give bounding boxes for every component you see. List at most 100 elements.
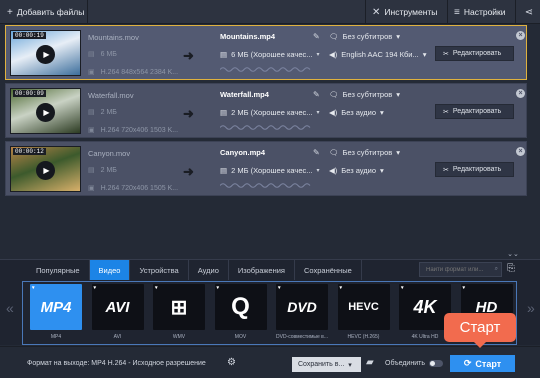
rename-pencil-icon[interactable]: ✎ bbox=[313, 148, 320, 157]
file-icon: ▤ bbox=[220, 166, 228, 175]
output-size-dropdown[interactable]: ▤ 6 МБ (Хорошее качес... ▾ bbox=[220, 50, 320, 59]
format-hevc[interactable]: ▾ HEVC HEVC (H.265) bbox=[335, 284, 393, 344]
format-search[interactable]: ⌕ bbox=[419, 262, 502, 277]
toolbar: + Добавить файлы ✕ Инструменты ≡ Настрой… bbox=[0, 0, 540, 24]
remove-file-icon[interactable]: × bbox=[516, 89, 525, 98]
format-options-icon[interactable]: ▾ bbox=[401, 285, 404, 291]
format-label: MOV bbox=[234, 334, 247, 340]
edit-button[interactable]: ✂ Редактировать bbox=[435, 46, 514, 61]
format-logo: MP4 bbox=[40, 298, 72, 316]
format-options-icon[interactable]: ▾ bbox=[94, 285, 97, 291]
edit-button[interactable]: ✂ Редактировать bbox=[435, 162, 514, 177]
video-thumbnail[interactable]: 00:00:09 ▶ bbox=[10, 88, 81, 134]
format-options-icon[interactable]: ▾ bbox=[32, 285, 35, 291]
gear-icon[interactable]: ⚙ bbox=[227, 357, 236, 368]
format-avi[interactable]: ▾ AVI AVI bbox=[89, 284, 147, 344]
format-mp4[interactable]: ▾ MP4 MP4 bbox=[27, 284, 85, 344]
file-row[interactable]: 00:00:12 ▶ Canyon.mov ▤ 2 МБ ▣ H.264 720… bbox=[5, 141, 527, 196]
format-logo: ⊞ bbox=[170, 296, 188, 319]
file-row[interactable]: 00:00:19 ▶ Mountains.mov ▤ 6 МБ ▣ H.264 … bbox=[5, 25, 527, 80]
audio-dropdown[interactable]: ◀) Без аудио ▾ bbox=[329, 108, 384, 117]
format-options-icon[interactable]: ▾ bbox=[155, 285, 158, 291]
folder-icon[interactable]: ▰ bbox=[366, 357, 377, 370]
file-row[interactable]: 00:00:09 ▶ Waterfall.mov ▤ 2 МБ ▣ H.264 … bbox=[5, 83, 527, 138]
audio-waveform bbox=[220, 183, 311, 188]
remove-file-icon[interactable]: × bbox=[516, 147, 525, 156]
output-file-name[interactable]: Waterfall.mp4 bbox=[220, 90, 320, 99]
scissors-icon: ✂ bbox=[443, 166, 449, 174]
carousel-next-icon[interactable]: » bbox=[527, 300, 535, 316]
format-tab[interactable]: Изображения bbox=[229, 260, 295, 280]
video-thumbnail[interactable]: 00:00:19 ▶ bbox=[10, 30, 81, 76]
audio-value: English AAC 194 Кби... bbox=[341, 50, 419, 59]
audio-value: Без аудио bbox=[341, 108, 377, 117]
output-format-label: Формат на выходе: MP4 H.264 - Исходное р… bbox=[27, 360, 206, 367]
share-button[interactable]: ⋖ bbox=[518, 0, 540, 24]
source-size: ▤ 2 МБ bbox=[88, 108, 117, 117]
audio-dropdown[interactable]: ◀) English AAC 194 Кби... ▾ bbox=[329, 50, 427, 59]
carousel-prev-icon[interactable]: « bbox=[6, 300, 14, 316]
source-size-value: 2 МБ bbox=[100, 108, 117, 116]
source-video-info: ▣ H.264 848x564 2384 K... bbox=[88, 68, 178, 77]
start-button[interactable]: ⟳ Старт bbox=[450, 355, 515, 372]
video-icon: ▣ bbox=[88, 69, 95, 76]
play-icon[interactable]: ▶ bbox=[36, 161, 55, 180]
format-search-input[interactable] bbox=[426, 266, 488, 273]
tools-label: Инструменты bbox=[384, 7, 438, 17]
output-size-dropdown[interactable]: ▤ 2 МБ (Хорошее качес... ▾ bbox=[220, 108, 320, 117]
format-tab[interactable]: Устройства bbox=[130, 260, 189, 280]
output-file-name[interactable]: Mountains.mp4 bbox=[220, 32, 320, 41]
speaker-icon: ◀) bbox=[329, 166, 338, 175]
add-files-label: Добавить файлы bbox=[16, 7, 85, 17]
speaker-icon: ◀) bbox=[329, 50, 338, 59]
remove-file-icon[interactable]: × bbox=[516, 31, 525, 40]
rename-pencil-icon[interactable]: ✎ bbox=[313, 32, 320, 41]
format-tab[interactable]: Сохранённые bbox=[295, 260, 362, 280]
subtitles-dropdown[interactable]: 🗨 Без субтитров ▾ bbox=[329, 90, 400, 99]
tools-button[interactable]: ✕ Инструменты bbox=[365, 0, 442, 24]
settings-button[interactable]: ≡ Настройки bbox=[447, 0, 516, 24]
output-size-dropdown[interactable]: ▤ 2 МБ (Хорошее качес... ▾ bbox=[220, 166, 320, 175]
merge-toggle[interactable]: Объединить bbox=[385, 360, 443, 367]
duration-badge: 00:00:19 bbox=[13, 32, 46, 39]
source-info-value: H.264 720x406 1505 K... bbox=[100, 184, 179, 192]
format-tab[interactable]: Аудио bbox=[189, 260, 229, 280]
arrow-right-icon: ➜ bbox=[183, 106, 194, 121]
duration-badge: 00:00:09 bbox=[13, 90, 46, 97]
play-icon[interactable]: ▶ bbox=[36, 103, 55, 122]
detect-device-icon[interactable]: ⎘ bbox=[507, 263, 515, 274]
format-options-icon[interactable]: ▾ bbox=[278, 285, 281, 291]
rename-pencil-icon[interactable]: ✎ bbox=[313, 90, 320, 99]
edit-button[interactable]: ✂ Редактировать bbox=[435, 104, 514, 119]
format-dvd[interactable]: ▾ DVD DVD-совместимые в... bbox=[273, 284, 331, 344]
merge-switch[interactable] bbox=[428, 360, 443, 367]
format-tab[interactable]: Популярные bbox=[27, 260, 90, 280]
edit-label: Редактировать bbox=[452, 166, 502, 173]
collapse-panel-button[interactable]: ⌄⌄ bbox=[507, 250, 519, 258]
file-icon: ▤ bbox=[88, 109, 95, 116]
file-icon: ▤ bbox=[88, 51, 95, 58]
subtitles-dropdown[interactable]: 🗨 Без субтитров ▾ bbox=[329, 32, 400, 41]
subtitles-dropdown[interactable]: 🗨 Без субтитров ▾ bbox=[329, 148, 400, 157]
format-tabs: Популярные Видео Устройства Аудио Изображени… bbox=[27, 260, 362, 280]
format-options-icon[interactable]: ▾ bbox=[340, 285, 343, 291]
format-label: DVD-совместимые в... bbox=[276, 334, 328, 340]
format-mov[interactable]: ▾ Q MOV bbox=[212, 284, 270, 344]
audio-dropdown[interactable]: ◀) Без аудио ▾ bbox=[329, 166, 384, 175]
add-files-button[interactable]: + Добавить файлы bbox=[0, 0, 88, 24]
save-to-dropdown[interactable]: Сохранить в... ▾ bbox=[292, 357, 361, 372]
format-options-icon[interactable]: ▾ bbox=[217, 285, 220, 291]
audio-waveform bbox=[220, 125, 311, 130]
chevron-down-icon: ▾ bbox=[316, 168, 320, 174]
format-tab[interactable]: Видео bbox=[89, 260, 131, 280]
output-file-name[interactable]: Canyon.mp4 bbox=[220, 148, 320, 157]
play-icon[interactable]: ▶ bbox=[36, 45, 55, 64]
output-size-value: 6 МБ (Хорошее качес... bbox=[231, 50, 313, 59]
video-thumbnail[interactable]: 00:00:12 ▶ bbox=[10, 146, 81, 192]
audio-value: Без аудио bbox=[341, 166, 377, 175]
format-logo: DVD bbox=[287, 299, 317, 315]
format-label: AVI bbox=[113, 334, 122, 340]
edit-label: Редактировать bbox=[452, 50, 502, 57]
format-options-icon[interactable]: ▾ bbox=[463, 285, 466, 291]
format-wmv[interactable]: ▾ ⊞ WMV bbox=[150, 284, 208, 344]
